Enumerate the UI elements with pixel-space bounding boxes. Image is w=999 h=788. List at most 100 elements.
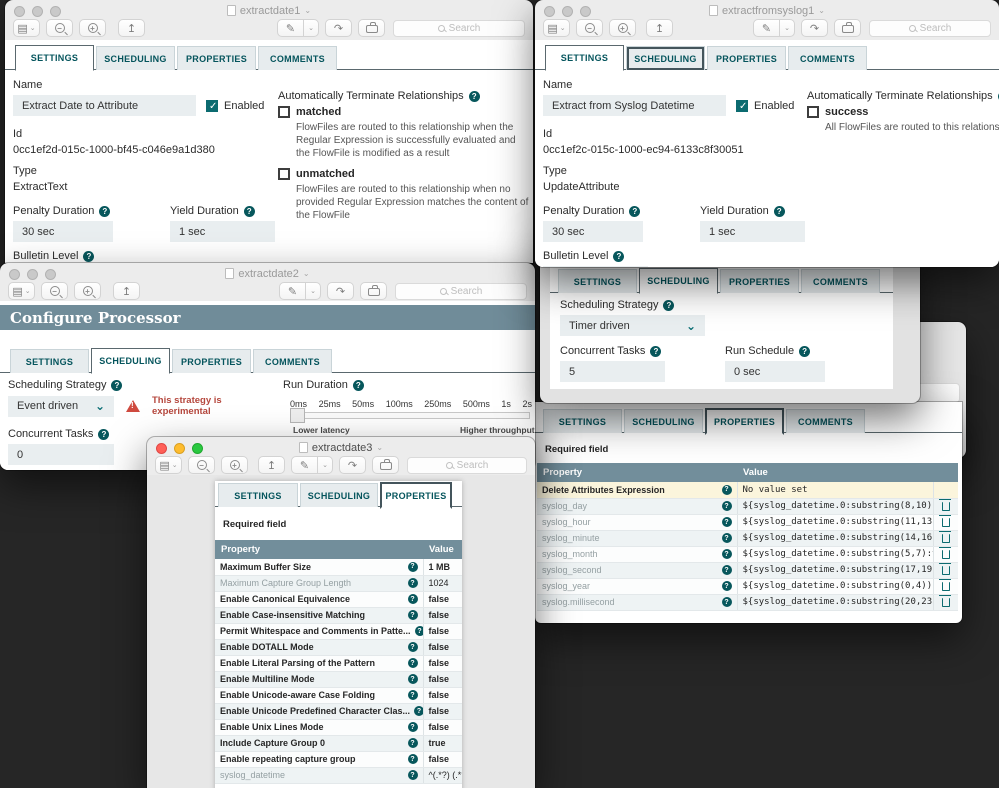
maximize-button[interactable] bbox=[45, 269, 56, 280]
title-chevron-icon[interactable]: ⌄ bbox=[376, 443, 383, 452]
minimize-button[interactable] bbox=[27, 269, 38, 280]
share-button[interactable]: ↥ bbox=[113, 282, 140, 300]
property-value-cell[interactable]: ${syslog_datetime.0:substring(20,23):tri… bbox=[736, 594, 933, 611]
sidebar-toggle-button[interactable]: ▤ ⌄ bbox=[13, 19, 40, 37]
maximize-button[interactable] bbox=[192, 443, 203, 454]
search-input[interactable]: Search bbox=[407, 456, 527, 474]
concurrent-tasks-input[interactable]: 5 bbox=[560, 361, 665, 382]
markup-toolbox-button[interactable] bbox=[360, 282, 387, 300]
titlebar[interactable]: extractdate1 ⌄ bbox=[5, 0, 533, 17]
rotate-button[interactable]: ↷ bbox=[801, 19, 828, 37]
markup-toolbox-button[interactable] bbox=[834, 19, 861, 37]
traffic-lights[interactable] bbox=[14, 6, 61, 17]
tab-scheduling[interactable]: SCHEDULING bbox=[300, 483, 378, 507]
titlebar[interactable]: extractdate2 ⌄ bbox=[0, 263, 535, 280]
markup-pen-button[interactable]: ✎ bbox=[753, 19, 780, 37]
rotate-button[interactable]: ↷ bbox=[325, 19, 352, 37]
tab-settings[interactable]: SETTINGS bbox=[10, 349, 89, 373]
property-value-cell[interactable]: false bbox=[422, 639, 462, 656]
zoom-in-button[interactable]: + bbox=[609, 19, 636, 37]
delete-property-icon[interactable] bbox=[939, 546, 952, 559]
property-value-cell[interactable]: false bbox=[422, 751, 462, 768]
tab-scheduling[interactable]: SCHEDULING bbox=[91, 348, 170, 374]
zoom-out-button[interactable]: − bbox=[46, 19, 73, 37]
concurrent-tasks-input[interactable]: 0 bbox=[8, 444, 114, 465]
property-value-cell[interactable]: ${syslog_datetime.0:substring(17,19):tri… bbox=[736, 562, 933, 579]
share-button[interactable]: ↥ bbox=[258, 456, 285, 474]
minimize-button[interactable] bbox=[174, 443, 185, 454]
relationship-checkbox[interactable] bbox=[807, 106, 819, 118]
title-chevron-icon[interactable]: ⌄ bbox=[304, 6, 311, 15]
search-input[interactable]: Search bbox=[393, 19, 525, 37]
property-value-cell[interactable]: false bbox=[422, 655, 462, 672]
sidebar-toggle-button[interactable]: ▤ ⌄ bbox=[8, 282, 35, 300]
zoom-in-button[interactable]: + bbox=[221, 456, 248, 474]
delete-property-icon[interactable] bbox=[939, 578, 952, 591]
property-value-cell[interactable]: false bbox=[422, 671, 462, 688]
markup-pen-chevron-button[interactable]: ⌄ bbox=[305, 282, 321, 300]
close-button[interactable] bbox=[14, 6, 25, 17]
scheduling-strategy-select[interactable]: Timer driven ⌄ bbox=[560, 315, 705, 336]
markup-pen-button[interactable]: ✎ bbox=[279, 282, 306, 300]
markup-pen-chevron-button[interactable]: ⌄ bbox=[317, 456, 333, 474]
tab-properties[interactable]: PROPERTIES bbox=[720, 269, 799, 293]
share-button[interactable]: ↥ bbox=[646, 19, 673, 37]
minimize-button[interactable] bbox=[32, 6, 43, 17]
titlebar[interactable]: extractfromsyslog1 ⌄ bbox=[535, 0, 999, 17]
tab-scheduling[interactable]: SCHEDULING bbox=[624, 409, 703, 433]
property-value-cell[interactable]: 1024 bbox=[422, 575, 462, 592]
zoom-out-button[interactable]: − bbox=[188, 456, 215, 474]
tab-properties[interactable]: PROPERTIES bbox=[380, 482, 452, 509]
property-value-cell[interactable]: false bbox=[422, 719, 462, 736]
tab-properties[interactable]: PROPERTIES bbox=[705, 408, 784, 435]
tab-properties[interactable]: PROPERTIES bbox=[172, 349, 251, 373]
yield-duration-input[interactable]: 1 sec bbox=[700, 221, 805, 242]
property-value-cell[interactable]: ${syslog_datetime.0:substring(8,10):trim… bbox=[736, 498, 933, 515]
title-chevron-icon[interactable]: ⌄ bbox=[303, 269, 310, 278]
search-input[interactable]: Search bbox=[869, 19, 991, 37]
run-duration-slider[interactable] bbox=[292, 412, 530, 419]
tab-properties[interactable]: PROPERTIES bbox=[177, 46, 256, 70]
run-duration-slider-handle[interactable] bbox=[290, 408, 305, 423]
tab-comments[interactable]: COMMENTS bbox=[786, 409, 865, 433]
penalty-duration-input[interactable]: 30 sec bbox=[13, 221, 113, 242]
markup-toolbox-button[interactable] bbox=[372, 456, 399, 474]
property-value-cell[interactable]: ${syslog_datetime.0:substring(11,13):tri… bbox=[736, 514, 933, 531]
property-value-cell[interactable]: 1 MB bbox=[422, 559, 462, 576]
delete-property-icon[interactable] bbox=[939, 514, 952, 527]
tab-settings[interactable]: SETTINGS bbox=[218, 483, 298, 507]
yield-duration-input[interactable]: 1 sec bbox=[170, 221, 275, 242]
tab-properties[interactable]: PROPERTIES bbox=[707, 46, 786, 70]
tab-comments[interactable]: COMMENTS bbox=[253, 349, 332, 373]
title-chevron-icon[interactable]: ⌄ bbox=[818, 6, 825, 15]
search-input[interactable]: Search bbox=[395, 282, 527, 300]
run-schedule-input[interactable]: 0 sec bbox=[725, 361, 825, 382]
property-value-cell[interactable]: No value set bbox=[736, 482, 933, 499]
tab-scheduling[interactable]: SCHEDULING bbox=[96, 46, 175, 70]
zoom-out-button[interactable]: − bbox=[41, 282, 68, 300]
share-button[interactable]: ↥ bbox=[118, 19, 145, 37]
markup-pen-button[interactable]: ✎ bbox=[277, 19, 304, 37]
close-button[interactable] bbox=[544, 6, 555, 17]
enabled-checkbox[interactable] bbox=[736, 99, 748, 112]
tab-scheduling[interactable]: SCHEDULING bbox=[639, 268, 718, 294]
enabled-checkbox[interactable] bbox=[206, 99, 218, 112]
property-value-cell[interactable]: ${syslog_datetime.0:substring(14,16):tri… bbox=[736, 530, 933, 547]
markup-pen-chevron-button[interactable]: ⌄ bbox=[303, 19, 319, 37]
rotate-button[interactable]: ↷ bbox=[339, 456, 366, 474]
tab-comments[interactable]: COMMENTS bbox=[258, 46, 337, 70]
property-value-cell[interactable]: false bbox=[422, 687, 462, 704]
property-value-cell[interactable]: false bbox=[422, 591, 462, 608]
penalty-duration-input[interactable]: 30 sec bbox=[543, 221, 643, 242]
zoom-in-button[interactable]: + bbox=[79, 19, 106, 37]
name-input[interactable]: Extract Date to Attribute bbox=[13, 95, 196, 116]
delete-property-icon[interactable] bbox=[939, 530, 952, 543]
maximize-button[interactable] bbox=[580, 6, 591, 17]
zoom-in-button[interactable]: + bbox=[74, 282, 101, 300]
close-button[interactable] bbox=[9, 269, 20, 280]
markup-toolbox-button[interactable] bbox=[358, 19, 385, 37]
sidebar-toggle-button[interactable]: ▤ ⌄ bbox=[155, 456, 182, 474]
name-input[interactable]: Extract from Syslog Datetime bbox=[543, 95, 726, 116]
close-button[interactable] bbox=[156, 443, 167, 454]
tab-settings[interactable]: SETTINGS bbox=[558, 269, 637, 293]
